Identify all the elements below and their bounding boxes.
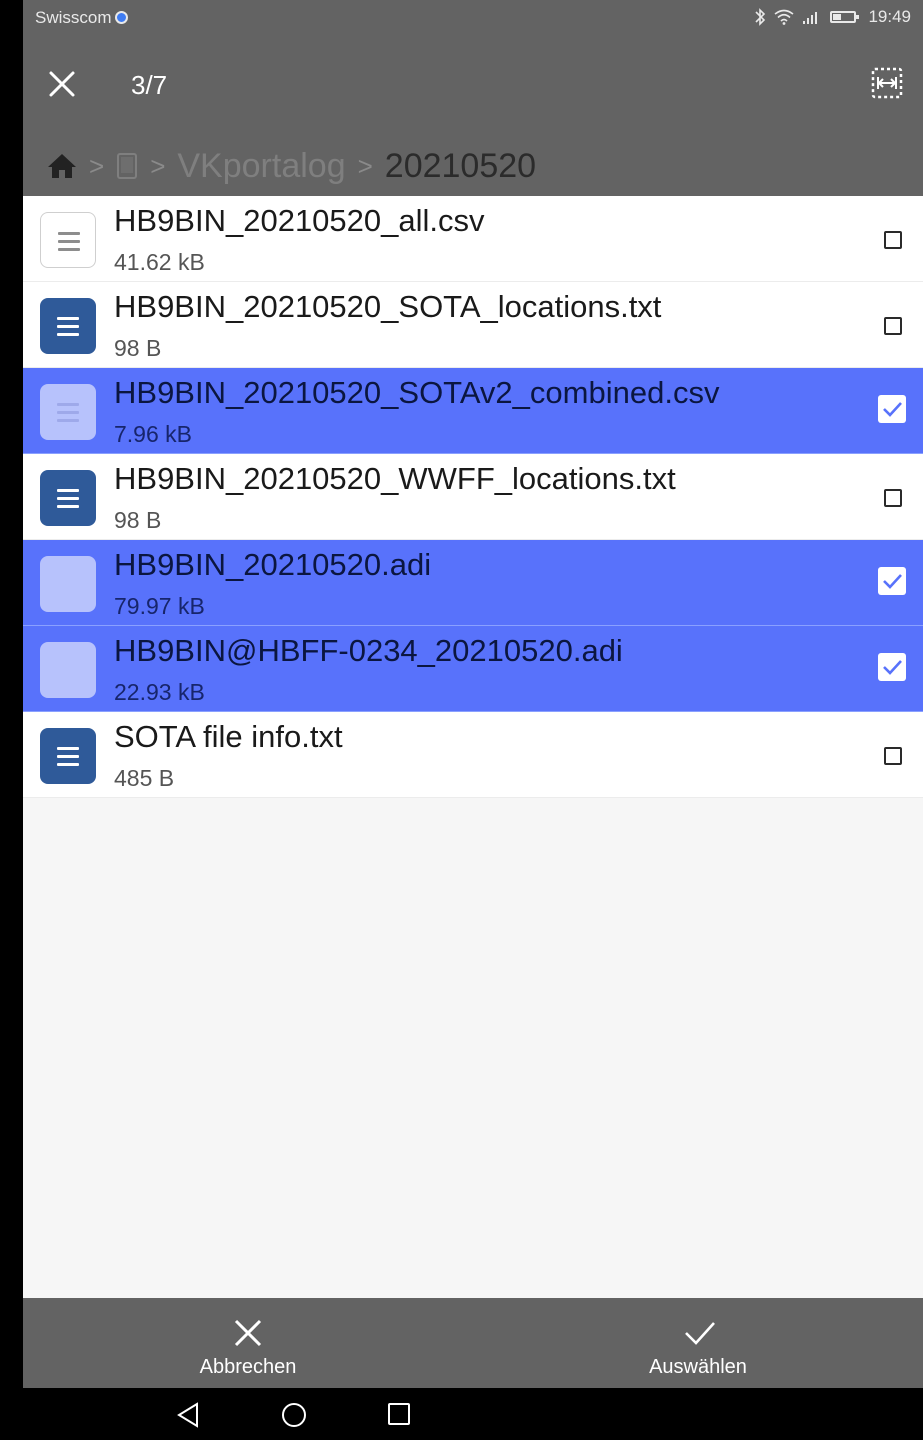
file-icon [40, 642, 96, 698]
file-row[interactable]: HB9BIN_20210520_WWFF_locations.txt 98 B [23, 454, 923, 540]
breadcrumb-separator: > [357, 150, 373, 181]
bottom-action-bar: Abbrechen Auswählen [23, 1298, 923, 1388]
text-file-icon [40, 470, 96, 526]
file-name: HB9BIN_20210520_WWFF_locations.txt [114, 461, 676, 496]
checkmark-icon [883, 402, 902, 417]
file-size: 22.93 kB [114, 679, 205, 705]
wifi-icon [774, 9, 794, 25]
system-nav-bar [23, 1388, 923, 1440]
file-row[interactable]: HB9BIN_20210520_SOTAv2_combined.csv 7.96… [23, 368, 923, 454]
checkmark-icon [685, 1322, 715, 1345]
file-name: HB9BIN@HBFF-0234_20210520.adi [114, 633, 623, 668]
file-row[interactable]: HB9BIN_20210520_all.csv 41.62 kB [23, 196, 923, 282]
signal-icon [803, 12, 818, 24]
file-checkbox[interactable] [878, 567, 906, 595]
breadcrumb-separator: > [150, 150, 166, 181]
home-icon[interactable] [47, 152, 77, 180]
file-checkbox[interactable] [878, 653, 906, 681]
status-bar: Swisscom 19:49 [23, 0, 923, 36]
file-name: HB9BIN_20210520_SOTAv2_combined.csv [114, 375, 720, 410]
text-file-icon [40, 728, 96, 784]
csv-file-icon [40, 212, 96, 268]
status-time: 19:49 [868, 7, 911, 26]
breadcrumb: > > VKportalog > 20210520 [47, 144, 536, 188]
carrier-name: Swisscom [35, 8, 112, 27]
file-checkbox[interactable] [884, 317, 902, 335]
file-list: HB9BIN_20210520_all.csv 41.62 kB HB9BIN_… [23, 196, 923, 798]
vpn-icon [114, 11, 128, 24]
screen: Swisscom 19:49 3/7 > > VKportalog > 2021… [23, 0, 923, 1440]
battery-icon [830, 11, 860, 23]
status-icons: 19:49 [754, 7, 911, 27]
file-name: HB9BIN_20210520_SOTA_locations.txt [114, 289, 662, 324]
text-file-icon [40, 298, 96, 354]
select-button[interactable]: Auswählen [473, 1298, 923, 1388]
close-icon[interactable] [47, 69, 77, 99]
file-checkbox[interactable] [884, 489, 902, 507]
file-row[interactable]: HB9BIN_20210520.adi 79.97 kB [23, 540, 923, 626]
selection-count: 3/7 [131, 70, 168, 100]
checkmark-icon [883, 660, 902, 675]
file-checkbox[interactable] [878, 395, 906, 423]
home-nav-icon[interactable] [281, 1402, 307, 1428]
file-row[interactable]: HB9BIN_20210520_SOTA_locations.txt 98 B [23, 282, 923, 368]
cancel-label: Abbrechen [199, 1356, 297, 1378]
breadcrumb-folder[interactable]: VKportalog [177, 147, 345, 186]
carrier: Swisscom [35, 8, 128, 28]
file-size: 485 B [114, 765, 175, 791]
file-size: 98 B [114, 507, 162, 533]
file-checkbox[interactable] [884, 231, 902, 249]
recent-apps-icon[interactable] [387, 1402, 411, 1426]
breadcrumb-separator: > [89, 150, 105, 181]
file-size: 79.97 kB [114, 593, 205, 619]
file-size: 7.96 kB [114, 421, 192, 447]
select-label: Auswählen [649, 1356, 747, 1378]
cancel-button[interactable]: Abbrechen [23, 1298, 473, 1388]
back-icon[interactable] [176, 1402, 200, 1428]
selection-toolbar: 3/7 > > VKportalog > 20210520 [23, 36, 923, 196]
file-icon [40, 556, 96, 612]
close-icon [234, 1319, 262, 1347]
file-name: SOTA file info.txt [114, 719, 343, 754]
file-row[interactable]: SOTA file info.txt 485 B [23, 712, 923, 798]
file-row[interactable]: HB9BIN@HBFF-0234_20210520.adi 22.93 kB [23, 626, 923, 712]
bluetooth-icon [755, 8, 766, 26]
file-name: HB9BIN_20210520_all.csv [114, 203, 485, 238]
tablet-icon[interactable] [116, 152, 138, 180]
file-size: 41.62 kB [114, 249, 205, 275]
file-checkbox[interactable] [884, 747, 902, 765]
file-size: 98 B [114, 335, 162, 361]
breadcrumb-current: 20210520 [384, 146, 537, 185]
select-all-icon[interactable] [871, 67, 903, 99]
csv-file-icon [40, 384, 96, 440]
file-name: HB9BIN_20210520.adi [114, 547, 432, 582]
checkmark-icon [883, 574, 902, 589]
